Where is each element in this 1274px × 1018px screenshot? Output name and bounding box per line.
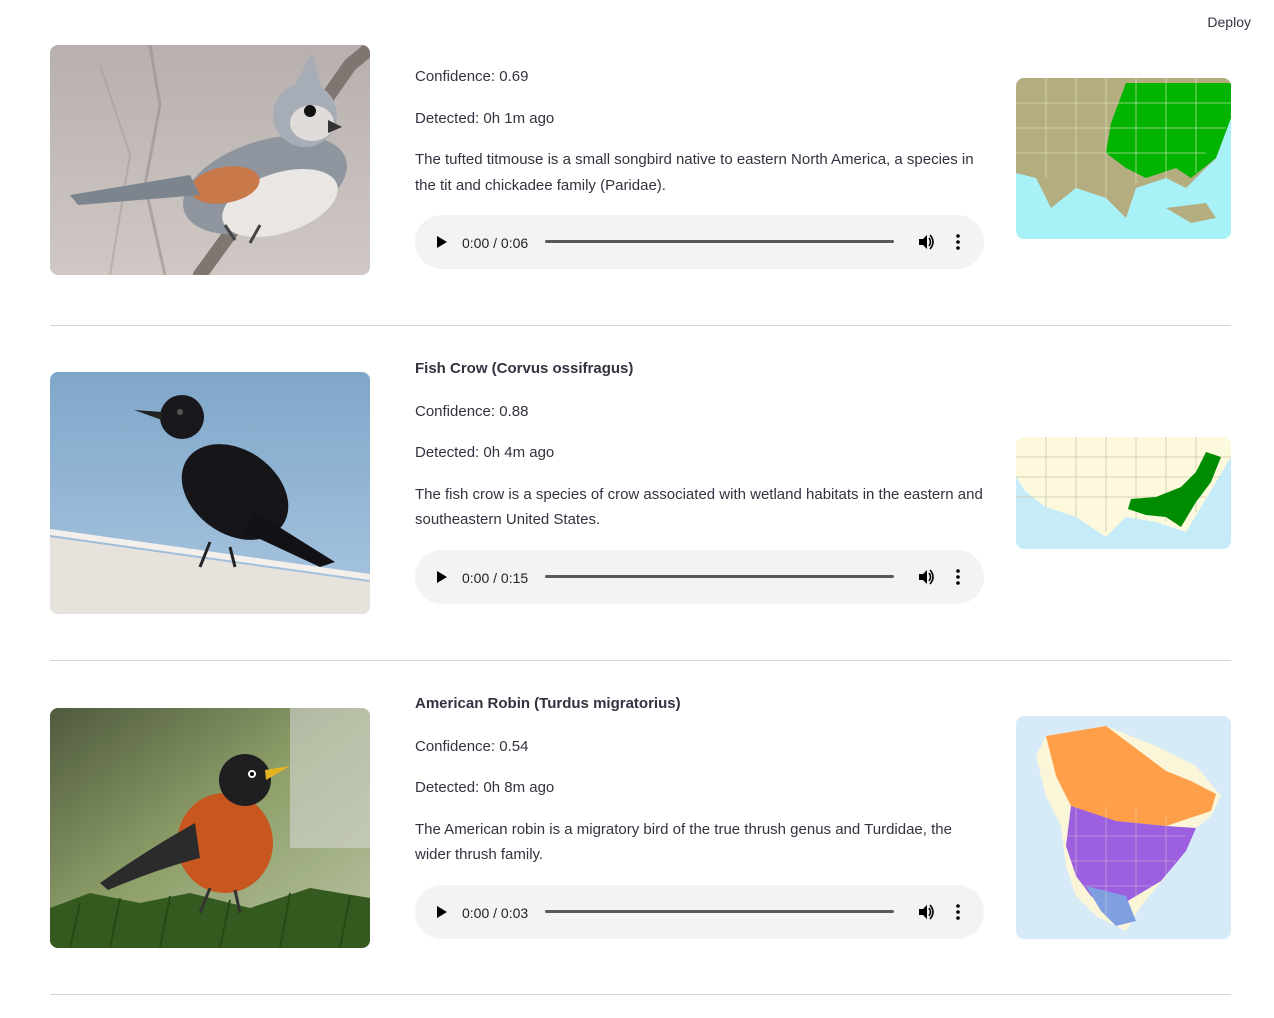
range-map-fish-crow [1016,437,1231,549]
detection-info: Fish Crow (Corvus ossifragus) Confidence… [415,356,985,604]
audio-time: 0:00 / 0:03 [462,904,529,921]
detected-time-text: Detected: 0h 4m ago [415,444,555,461]
species-name: American Robin (Turdus migratorius) [415,695,681,712]
audio-player: 0:00 / 0:15 [415,549,984,604]
species-description: The tufted titmouse is a small songbird … [415,151,974,194]
entry-divider [50,325,1231,326]
audio-player: 0:00 / 0:03 [415,884,984,939]
species-description: The American robin is a migratory bird o… [415,820,952,864]
confidence-text: Confidence: 0.69 [415,68,529,85]
more-vertical-icon[interactable] [953,903,963,921]
detected-time-text: Detected: 0h 8m ago [415,779,555,796]
more-vertical-icon[interactable] [953,233,963,251]
detection-info: American Robin (Turdus migratorius) Conf… [415,691,985,939]
play-icon[interactable] [435,570,449,584]
play-icon[interactable] [435,905,449,919]
play-icon[interactable] [435,235,449,249]
bird-photo-fish-crow [50,372,370,614]
audio-progress-slider[interactable] [545,240,894,243]
species-name: Fish Crow (Corvus ossifragus) [415,360,634,377]
entry-divider [50,994,1231,995]
volume-icon[interactable] [917,903,935,921]
range-map-titmouse [1016,78,1231,239]
audio-progress-slider[interactable] [545,574,894,578]
deploy-button[interactable]: Deploy [1207,14,1251,30]
audio-time: 0:00 / 0:06 [462,235,529,251]
volume-icon[interactable] [917,568,935,586]
confidence-text: Confidence: 0.88 [415,402,529,420]
detection-info: Confidence: 0.69 Detected: 0h 1m ago The… [415,64,985,269]
species-description: The fish crow is a species of crow assoc… [415,485,983,529]
audio-progress-slider[interactable] [545,909,894,913]
bird-photo-titmouse [50,45,370,275]
confidence-text: Confidence: 0.54 [415,737,529,755]
entry-divider [50,660,1231,661]
detected-time-text: Detected: 0h 1m ago [415,109,555,127]
range-map-american-robin [1016,716,1231,939]
more-vertical-icon[interactable] [953,568,963,586]
volume-icon[interactable] [917,233,935,251]
bird-photo-american-robin [50,708,370,948]
audio-player: 0:00 / 0:06 [415,215,984,269]
audio-time: 0:00 / 0:15 [462,569,529,586]
